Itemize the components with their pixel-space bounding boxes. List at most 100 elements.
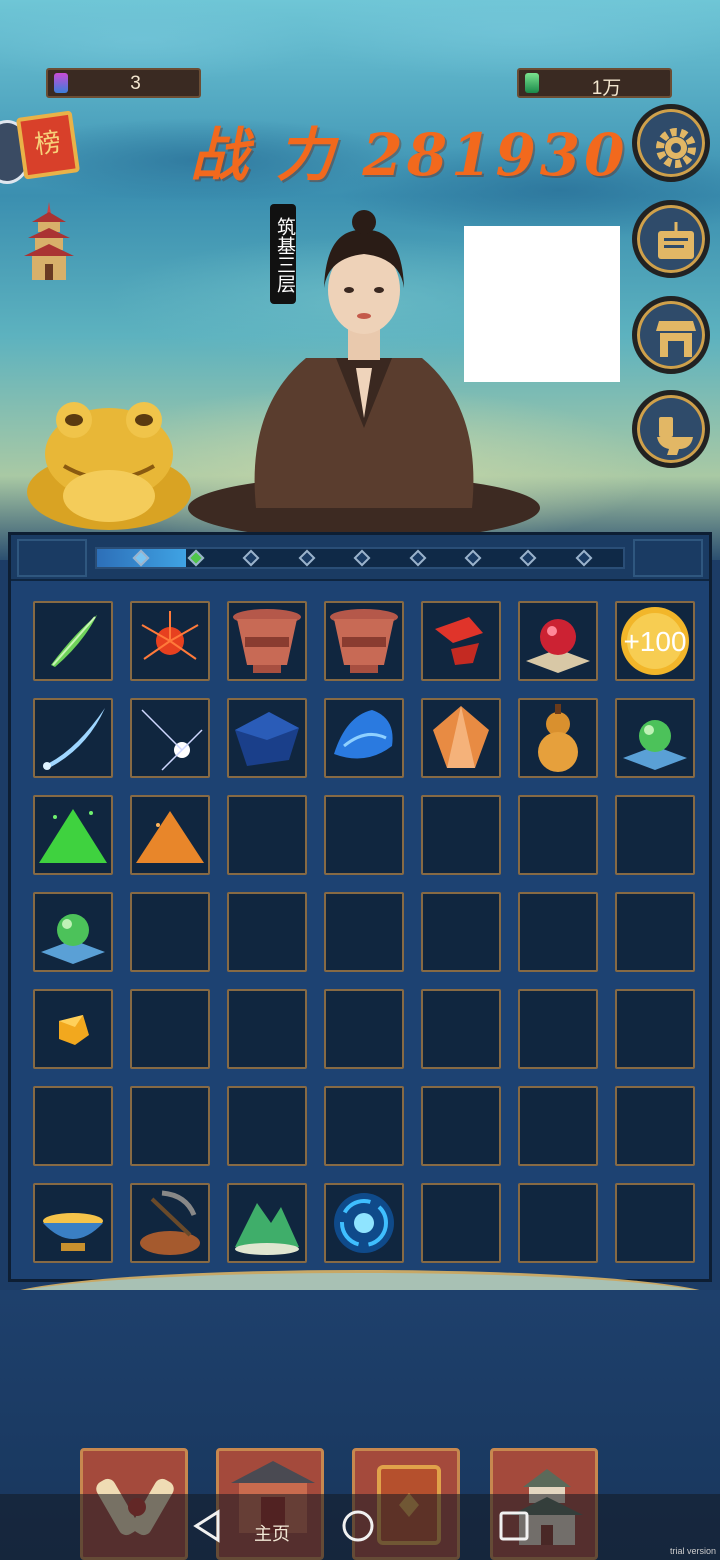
inventory-slot[interactable]	[518, 795, 598, 875]
corner-ornament-right	[633, 539, 703, 577]
inventory-slot[interactable]	[518, 601, 598, 681]
inventory-slot[interactable]	[227, 892, 307, 972]
progress-node	[298, 549, 316, 567]
inventory-slot[interactable]	[421, 601, 501, 681]
progress-node	[575, 549, 593, 567]
green-powder-pile-icon	[39, 809, 107, 863]
home-tab-label[interactable]: 主页	[254, 1520, 290, 1546]
back-icon[interactable]	[190, 1508, 226, 1544]
inventory-slot[interactable]	[615, 989, 695, 1069]
inventory-slot[interactable]	[421, 989, 501, 1069]
shop-button[interactable]	[632, 296, 710, 374]
jade-counter[interactable]: 1万	[517, 68, 672, 99]
inventory-slot[interactable]	[324, 601, 404, 681]
inventory-slot[interactable]	[421, 892, 501, 972]
inventory-slot[interactable]	[421, 1086, 501, 1166]
gourd-icon	[538, 704, 578, 772]
red-orb-on-cloth-icon	[526, 619, 590, 673]
inventory-slot[interactable]	[518, 1086, 598, 1166]
inventory-slot[interactable]	[227, 698, 307, 778]
inventory-slot[interactable]	[130, 1183, 210, 1263]
inventory-slot[interactable]	[324, 795, 404, 875]
ore-pickaxe-icon	[140, 1190, 200, 1255]
inventory-slot[interactable]	[615, 698, 695, 778]
inventory-slot[interactable]	[421, 795, 501, 875]
inventory-slot[interactable]	[33, 1086, 113, 1166]
progress-node	[187, 549, 205, 567]
inventory-slot[interactable]	[33, 892, 113, 972]
clay-pot-icon	[233, 609, 301, 673]
trial-watermark: trial version	[670, 1546, 717, 1556]
inventory-slot[interactable]	[130, 795, 210, 875]
progress-node	[464, 549, 482, 567]
inventory-slot[interactable]	[227, 1183, 307, 1263]
inventory-slot[interactable]	[130, 1086, 210, 1166]
inventory-slot[interactable]	[130, 989, 210, 1069]
jade-icon	[525, 73, 539, 93]
gear-icon	[656, 128, 696, 168]
leaderboard-button[interactable]: 榜	[15, 110, 81, 180]
system-navigation-bar	[0, 1494, 720, 1560]
inventory-slot[interactable]	[33, 698, 113, 778]
gold-coin-100-icon: +100	[621, 607, 689, 675]
blue-silk-cloth-icon	[334, 710, 393, 759]
blue-vortex-icon	[334, 1193, 394, 1253]
shop-icon	[656, 321, 696, 357]
inventory-slot[interactable]	[615, 892, 695, 972]
green-orb-on-cloth-icon	[41, 914, 105, 964]
inventory-slot[interactable]	[421, 698, 501, 778]
inventory-slot[interactable]	[518, 1183, 598, 1263]
recent-apps-icon[interactable]	[496, 1508, 532, 1544]
inventory-slot[interactable]	[33, 601, 113, 681]
inventory-slot[interactable]	[324, 1183, 404, 1263]
notice-board-button[interactable]	[632, 200, 710, 278]
cultivator-character[interactable]	[186, 208, 542, 538]
progress-node	[353, 549, 371, 567]
green-orb-on-cloth-icon	[623, 720, 687, 770]
orange-powder-pile-icon	[136, 811, 204, 863]
spirit-stone-value: 3	[130, 73, 141, 94]
inventory-slot[interactable]	[33, 1183, 113, 1263]
inventory-slot[interactable]	[227, 601, 307, 681]
inventory-slot[interactable]	[227, 989, 307, 1069]
inventory-slot[interactable]	[130, 892, 210, 972]
spirit-stone-counter[interactable]: 3	[46, 68, 201, 98]
inventory-slot[interactable]	[421, 1183, 501, 1263]
svg-text:+100: +100	[623, 626, 686, 657]
inventory-slot[interactable]	[324, 892, 404, 972]
retreat-room-button[interactable]	[632, 390, 710, 468]
inventory-slot[interactable]	[518, 698, 598, 778]
inventory-slot[interactable]	[33, 795, 113, 875]
jade-value: 1万	[591, 78, 622, 99]
treasure-bowl-icon	[43, 1213, 103, 1251]
settings-button[interactable]	[632, 104, 710, 182]
pagoda-icon[interactable]	[22, 200, 76, 282]
inventory-slot[interactable]	[324, 698, 404, 778]
toilet-icon	[657, 417, 693, 455]
home-circle-icon[interactable]	[340, 1508, 376, 1544]
gold-nugget-icon	[59, 1015, 89, 1045]
inventory-panel: +100	[8, 532, 712, 1282]
inventory-slot[interactable]	[518, 892, 598, 972]
inventory-slot[interactable]	[615, 1086, 695, 1166]
inventory-slot[interactable]: +100	[615, 601, 695, 681]
inventory-slot[interactable]	[130, 698, 210, 778]
red-spider-lily-icon	[141, 611, 199, 660]
inventory-slot[interactable]	[227, 1086, 307, 1166]
inventory-slot[interactable]	[33, 989, 113, 1069]
amber-crystal-icon	[433, 706, 489, 768]
inventory-slot[interactable]	[130, 601, 210, 681]
corner-ornament-left	[17, 539, 87, 577]
inventory-slot[interactable]	[227, 795, 307, 875]
inventory-slot[interactable]	[518, 989, 598, 1069]
progress-node	[519, 549, 537, 567]
inventory-slot[interactable]	[615, 795, 695, 875]
blue-blade-icon	[43, 708, 105, 770]
inventory-slot[interactable]	[615, 1183, 695, 1263]
inventory-slot[interactable]	[324, 1086, 404, 1166]
purple-crystal-icon	[54, 73, 68, 93]
combat-power-display: 战 力 281930	[190, 121, 629, 189]
golden-toad-icon[interactable]	[22, 392, 196, 532]
inventory-header	[11, 535, 709, 581]
inventory-slot[interactable]	[324, 989, 404, 1069]
